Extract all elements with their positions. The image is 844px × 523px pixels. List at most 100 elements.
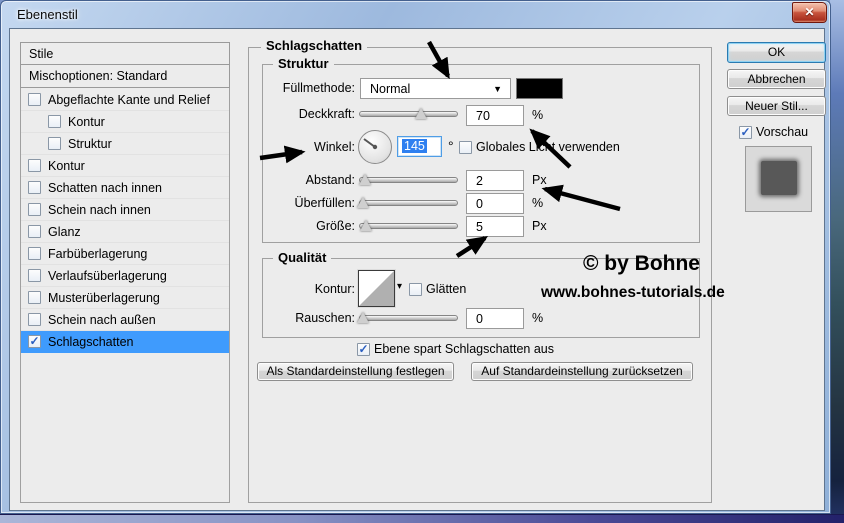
screenshot-root: Ebenenstil ✕ Stile Mischoptionen: Standa… — [0, 0, 844, 523]
window-title: Ebenenstil — [17, 7, 78, 22]
size-slider[interactable] — [359, 223, 458, 229]
style-preview-swatch — [745, 146, 812, 212]
quality-title: Qualität — [273, 250, 331, 265]
opacity-unit: % — [532, 108, 543, 122]
checkbox-icon[interactable] — [28, 247, 41, 260]
knockout-label: Ebene spart Schlagschatten aus — [374, 342, 554, 356]
desktop-background-bottom — [0, 514, 844, 523]
global-light-checkbox[interactable] — [459, 141, 472, 154]
checkbox-icon[interactable] — [48, 137, 61, 150]
blending-options-item[interactable]: Mischoptionen: Standard — [20, 64, 230, 88]
opacity-slider[interactable] — [359, 111, 458, 117]
noise-input[interactable]: 0 — [466, 308, 524, 329]
contour-thumbnail[interactable] — [358, 270, 395, 307]
spread-slider-thumb[interactable] — [357, 197, 369, 208]
sidebar-item-label: Glanz — [48, 225, 81, 239]
global-light-label: Globales Licht verwenden — [476, 140, 620, 154]
distance-label: Abstand: — [245, 173, 355, 187]
sidebar-item-label: Kontur — [48, 159, 85, 173]
size-label: Größe: — [245, 219, 355, 233]
sidebar-item-label: Schein nach innen — [48, 203, 151, 217]
sidebar-list: Abgeflachte Kante und Relief Kontur Stru… — [21, 89, 229, 353]
checkbox-icon[interactable] — [28, 313, 41, 326]
blend-mode-select[interactable]: Normal ▼ — [360, 78, 511, 99]
distance-slider[interactable] — [359, 177, 458, 183]
spread-input[interactable]: 0 — [466, 193, 524, 214]
sidebar-item-label: Abgeflachte Kante und Relief — [48, 93, 210, 107]
sidebar-item-label: Schein nach außen — [48, 313, 156, 327]
anti-alias-checkbox[interactable] — [409, 283, 422, 296]
noise-slider-thumb[interactable] — [357, 312, 369, 323]
page-title: Schlagschatten — [261, 38, 367, 53]
angle-input[interactable]: 145 — [397, 136, 442, 157]
sidebar-item[interactable]: Farbüberlagerung — [21, 243, 229, 265]
anti-alias-label: Glätten — [426, 282, 466, 296]
opacity-label: Deckkraft: — [245, 107, 355, 121]
angle-value-selected: 145 — [402, 139, 427, 153]
sidebar-item-label: Schatten nach innen — [48, 181, 162, 195]
contour-dropdown-icon[interactable]: ▾ — [397, 281, 402, 292]
spread-slider[interactable] — [359, 200, 458, 206]
noise-unit: % — [532, 311, 543, 325]
checkbox-icon[interactable] — [28, 181, 41, 194]
opacity-slider-thumb[interactable] — [415, 108, 427, 119]
structure-title: Struktur — [273, 56, 334, 71]
angle-dial[interactable] — [358, 130, 392, 164]
sidebar-item[interactable]: Schein nach innen — [21, 199, 229, 221]
checkbox-icon[interactable] — [28, 225, 41, 238]
sidebar-item[interactable]: Verlaufsüberlagerung — [21, 265, 229, 287]
checkbox-icon[interactable] — [28, 291, 41, 304]
size-unit: Px — [532, 219, 547, 233]
checkbox-icon[interactable] — [28, 93, 41, 106]
sidebar-item[interactable]: ✓ Schlagschatten — [21, 331, 229, 353]
checkbox-icon[interactable] — [28, 269, 41, 282]
size-input[interactable]: 5 — [466, 216, 524, 237]
cancel-button[interactable]: Abbrechen — [727, 69, 826, 89]
shadow-color-swatch[interactable] — [516, 78, 563, 99]
preview-checkbox[interactable]: ✓ — [739, 126, 752, 139]
sidebar-item[interactable]: Struktur — [21, 133, 229, 155]
knockout-checkbox[interactable]: ✓ — [357, 343, 370, 356]
contour-curve-icon — [359, 271, 394, 306]
contour-label: Kontur: — [245, 282, 355, 296]
distance-slider-thumb[interactable] — [359, 174, 371, 185]
sidebar-item[interactable]: Musterüberlagerung — [21, 287, 229, 309]
sidebar-item-label: Kontur — [68, 115, 105, 129]
preview-shadow-square — [761, 161, 797, 195]
spread-unit: % — [532, 196, 543, 210]
sidebar-item-label: Schlagschatten — [48, 335, 133, 349]
close-icon[interactable]: ✕ — [792, 2, 827, 23]
reset-default-button[interactable]: Auf Standardeinstellung zurücksetzen — [471, 362, 693, 381]
sidebar-item[interactable]: Schatten nach innen — [21, 177, 229, 199]
checkbox-icon[interactable] — [28, 159, 41, 172]
watermark-line2: www.bohnes-tutorials.de — [541, 284, 725, 302]
ok-button[interactable]: OK — [727, 42, 826, 63]
checkbox-icon[interactable]: ✓ — [28, 335, 41, 348]
watermark-line1: © by Bohne — [583, 252, 700, 276]
distance-unit: Px — [532, 173, 547, 187]
set-default-button[interactable]: Als Standardeinstellung festlegen — [257, 362, 454, 381]
sidebar-item[interactable]: Kontur — [21, 111, 229, 133]
angle-unit: ° — [448, 138, 454, 154]
opacity-input[interactable]: 70 — [466, 105, 524, 126]
checkbox-icon[interactable] — [48, 115, 61, 128]
checkbox-icon[interactable] — [28, 203, 41, 216]
sidebar-item[interactable]: Kontur — [21, 155, 229, 177]
new-style-button[interactable]: Neuer Stil... — [727, 96, 826, 116]
sidebar-item-label: Struktur — [68, 137, 112, 151]
angle-needle-icon — [359, 131, 393, 165]
sidebar-item[interactable]: Abgeflachte Kante und Relief — [21, 89, 229, 111]
styles-header[interactable]: Stile — [20, 42, 230, 65]
sidebar-item-label: Farbüberlagerung — [48, 247, 147, 261]
sidebar-item-label: Musterüberlagerung — [48, 291, 160, 305]
sidebar-item[interactable]: Schein nach außen — [21, 309, 229, 331]
preview-label: Vorschau — [756, 125, 808, 139]
distance-input[interactable]: 2 — [466, 170, 524, 191]
blend-mode-label: Füllmethode: — [245, 81, 355, 95]
noise-slider[interactable] — [359, 315, 458, 321]
sidebar-item[interactable]: Glanz — [21, 221, 229, 243]
noise-label: Rauschen: — [245, 311, 355, 325]
angle-label: Winkel: — [245, 140, 355, 154]
size-slider-thumb[interactable] — [360, 220, 372, 231]
chevron-down-icon: ▼ — [493, 84, 502, 94]
